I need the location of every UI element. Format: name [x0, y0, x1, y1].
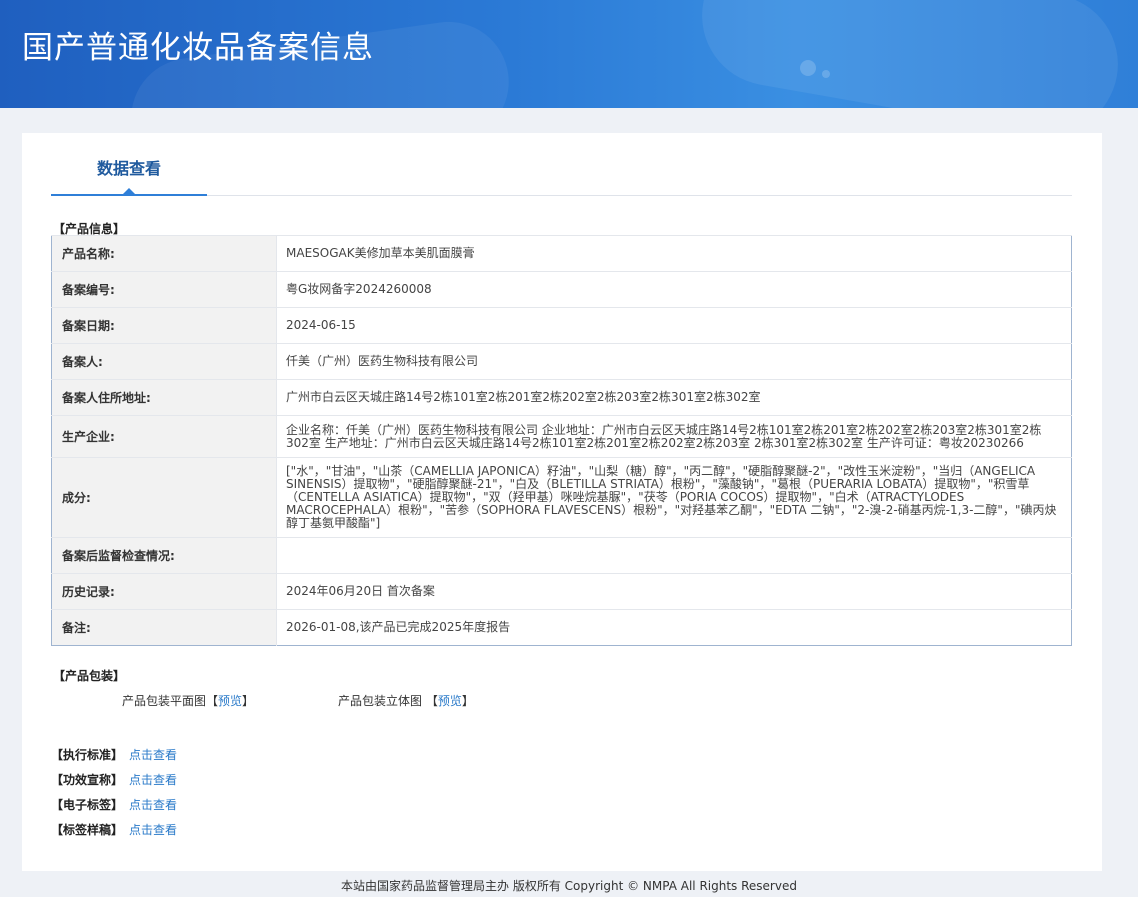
row-value: 广州市白云区天城庄路14号2栋101室2栋201室2栋202室2栋203室2栋3… [276, 379, 1072, 416]
table-row: 历史记录: 2024年06月20日 首次备案 [51, 573, 1072, 610]
standard-label: 【执行标准】 [51, 748, 124, 762]
label-draft-row: 【标签样稿】 点击查看 [51, 821, 177, 838]
table-row: 备案人: 仟美（广州）医药生物科技有限公司 [51, 343, 1072, 380]
row-label: 备案人: [51, 343, 277, 380]
row-label: 备案后监督检查情况: [51, 537, 277, 574]
row-value: 仟美（广州）医药生物科技有限公司 [276, 343, 1072, 380]
efficacy-view-link[interactable]: 点击查看 [129, 773, 177, 787]
row-value: 企业名称：仟美（广州）医药生物科技有限公司 企业地址：广州市白云区天城庄路14号… [276, 415, 1072, 458]
row-value: 2024-06-15 [276, 307, 1072, 344]
efficacy-row: 【功效宣称】 点击查看 [51, 771, 177, 788]
row-label: 备案编号: [51, 271, 277, 308]
tab-data-view[interactable]: 数据查看 [51, 133, 207, 196]
row-label: 生产企业: [51, 415, 277, 458]
page-title: 国产普通化妆品备案信息 [22, 30, 374, 66]
label-draft-view-link[interactable]: 点击查看 [129, 823, 177, 837]
banner-decoration [691, 0, 1129, 108]
e-label-label: 【电子标签】 [51, 798, 124, 812]
table-row: 备注: 2026-01-08,该产品已完成2025年度报告 [51, 609, 1072, 646]
row-label: 备注: [51, 609, 277, 646]
row-value [276, 537, 1072, 574]
table-row: 备案日期: 2024-06-15 [51, 307, 1072, 344]
standard-view-link[interactable]: 点击查看 [129, 748, 177, 762]
tab-label: 数据查看 [96, 159, 161, 178]
table-row: 备案编号: 粤G妆网备字2024260008 [51, 271, 1072, 308]
bracket-close: 】 [461, 694, 474, 708]
label-draft-label: 【标签样稿】 [51, 823, 124, 837]
row-value: ["水"，"甘油"，"山茶（CAMELLIA JAPONICA）籽油"，"山梨（… [276, 457, 1072, 538]
table-row: 备案后监督检查情况: [51, 537, 1072, 574]
e-label-row: 【电子标签】 点击查看 [51, 796, 177, 813]
tab-bar: 数据查看 [51, 133, 1072, 196]
packaging-flat-preview-link[interactable]: 预览 [218, 694, 242, 708]
row-value: 2026-01-08,该产品已完成2025年度报告 [276, 609, 1072, 646]
row-label: 产品名称: [51, 235, 277, 272]
packaging-solid-label: 产品包装立体图 【 [338, 694, 438, 708]
header-banner: 国产普通化妆品备案信息 [0, 0, 1138, 108]
row-value: 粤G妆网备字2024260008 [276, 271, 1072, 308]
packaging-title: 【产品包装】 [53, 669, 126, 683]
row-label: 成分: [51, 457, 277, 538]
standard-row: 【执行标准】 点击查看 [51, 746, 177, 763]
e-label-view-link[interactable]: 点击查看 [129, 798, 177, 812]
bracket-close: 】 [242, 694, 255, 708]
row-label: 备案人住所地址: [51, 379, 277, 416]
table-row: 备案人住所地址: 广州市白云区天城庄路14号2栋101室2栋201室2栋202室… [51, 379, 1072, 416]
packaging-solid: 产品包装立体图 【预览】 [338, 692, 474, 709]
table-row: 生产企业: 企业名称：仟美（广州）医药生物科技有限公司 企业地址：广州市白云区天… [51, 415, 1072, 458]
row-label: 备案日期: [51, 307, 277, 344]
efficacy-label: 【功效宣称】 [51, 773, 124, 787]
product-info-table: 产品名称: MAESOGAK美修加草本美肌面膜膏 备案编号: 粤G妆网备字202… [51, 235, 1072, 646]
content-panel: 数据查看 【产品信息】 产品名称: MAESOGAK美修加草本美肌面膜膏 备案编… [22, 133, 1102, 871]
table-row: 成分: ["水"，"甘油"，"山茶（CAMELLIA JAPONICA）籽油"，… [51, 457, 1072, 538]
packaging-solid-preview-link[interactable]: 预览 [438, 694, 462, 708]
banner-decoration [822, 70, 830, 78]
row-value: 2024年06月20日 首次备案 [276, 573, 1072, 610]
packaging-flat: 产品包装平面图【预览】 [122, 692, 254, 709]
row-value: MAESOGAK美修加草本美肌面膜膏 [276, 235, 1072, 272]
tab-caret-icon [123, 188, 135, 194]
row-label: 历史记录: [51, 573, 277, 610]
footer-copyright: 本站由国家药品监督管理局主办 版权所有 Copyright © NMPA All… [341, 879, 797, 893]
packaging-flat-label: 产品包装平面图【 [122, 694, 219, 708]
table-row: 产品名称: MAESOGAK美修加草本美肌面膜膏 [51, 235, 1072, 272]
banner-decoration [800, 60, 816, 76]
